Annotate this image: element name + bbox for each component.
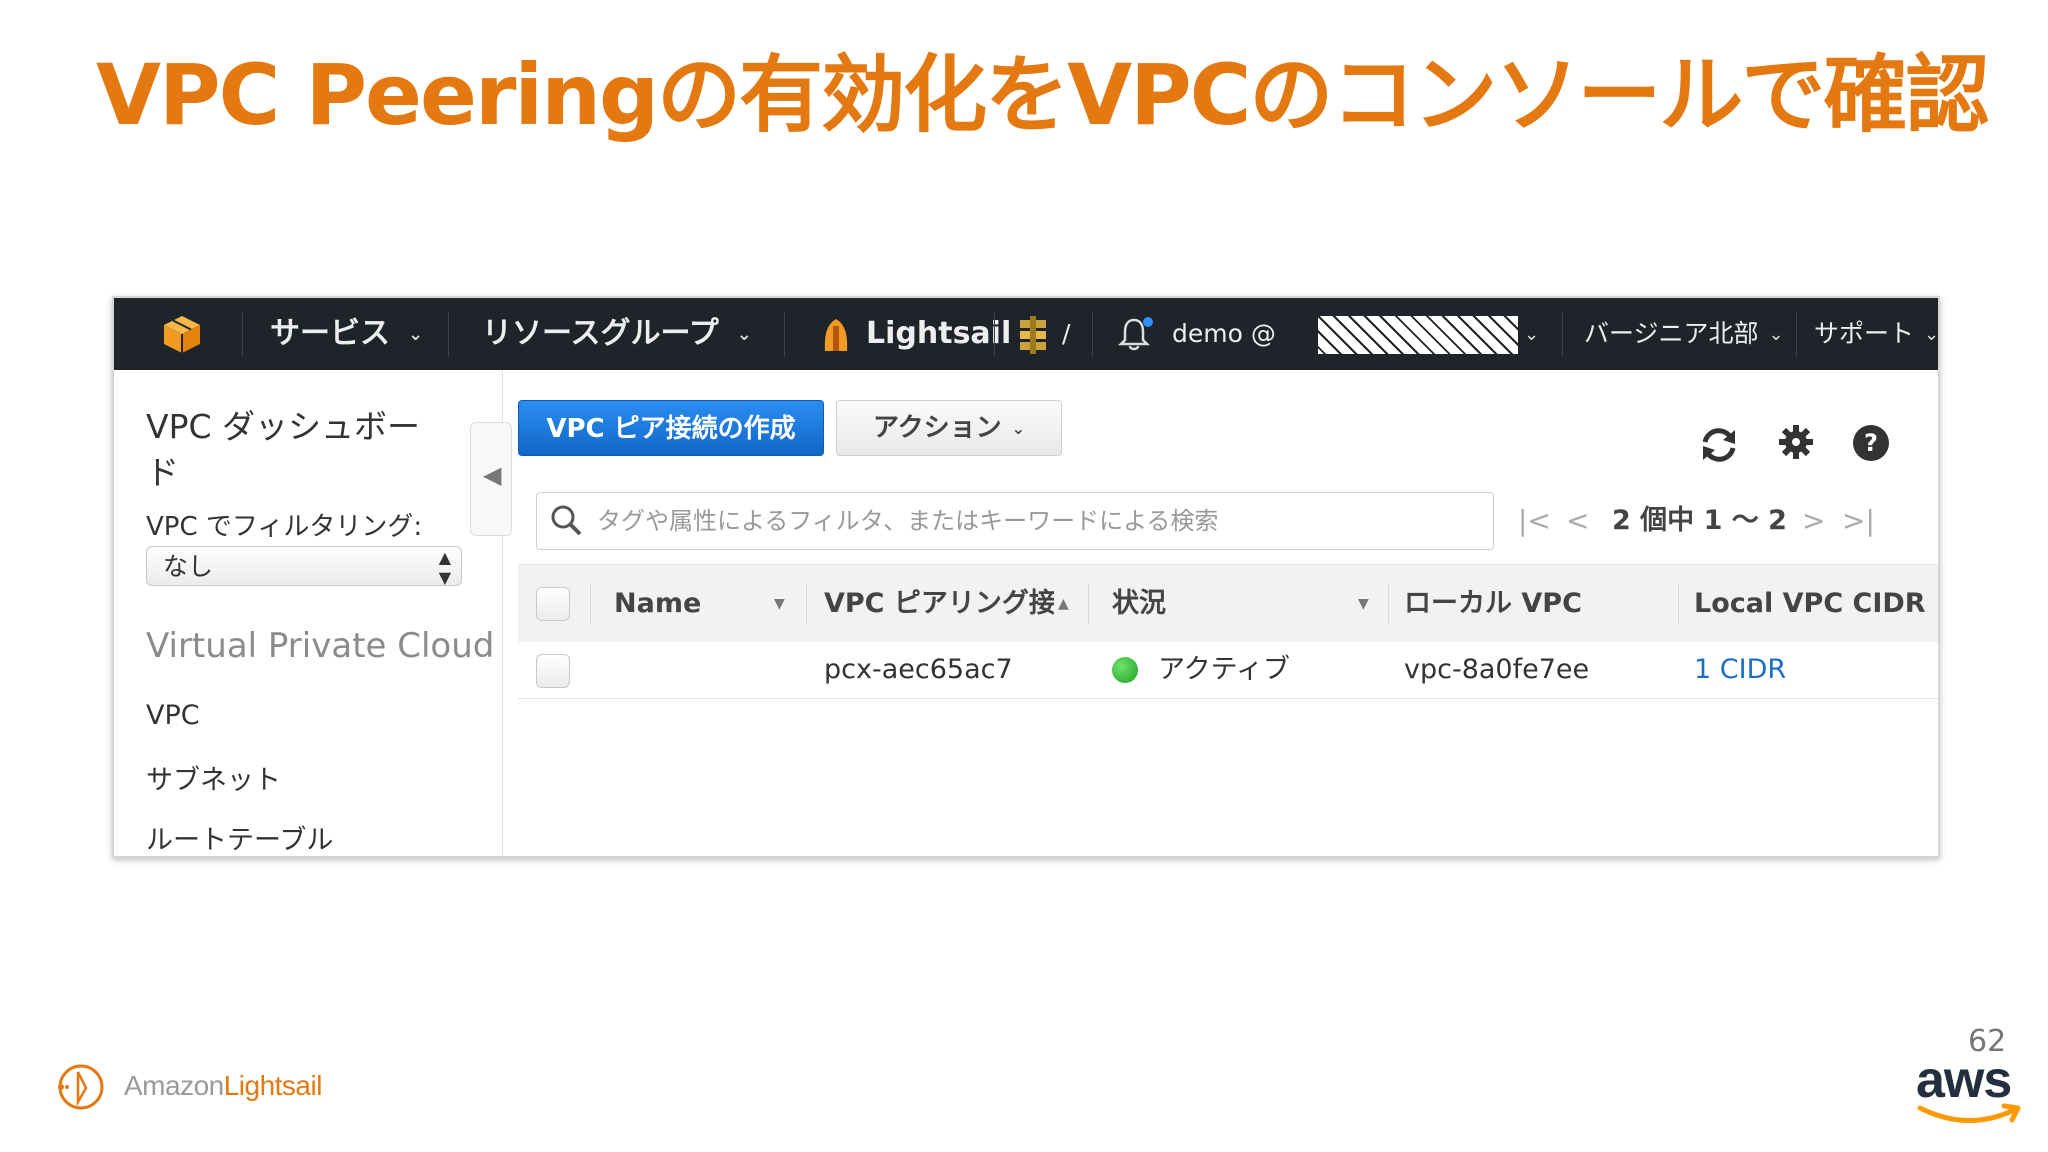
chevron-down-icon: ⌄ bbox=[1524, 324, 1540, 345]
vpc-filter-label: VPC でフィルタリング: bbox=[146, 512, 423, 542]
resource-groups-menu[interactable]: リソースグループ ⌄ bbox=[482, 298, 752, 370]
column-header-peering-connection[interactable]: VPC ピアリング接続 bbox=[824, 565, 1054, 643]
sidebar: VPC ダッシュボード VPC でフィルタリング: なし ▲ ▼ Virtual … bbox=[114, 370, 503, 856]
lightsail-icon bbox=[824, 319, 848, 351]
pagination-status: 2 個中 1 〜 2 bbox=[1612, 505, 1787, 536]
logo-text-lightsail: Lightsail bbox=[223, 1070, 323, 1101]
account-label: demo @ bbox=[1172, 319, 1276, 348]
first-page-icon[interactable]: |< bbox=[1518, 492, 1551, 550]
refresh-icon[interactable] bbox=[1696, 422, 1742, 468]
table-header: Name ▼ VPC ピアリング接続 ▲ 状況 ▼ ローカル VPC Local… bbox=[518, 564, 1938, 644]
top-navigation-bar: サービス ⌄ リソースグループ ⌄ Lightsail / demo @ ⌄ バージ… bbox=[114, 298, 1938, 370]
help-icon[interactable]: ? bbox=[1852, 424, 1890, 462]
cell-local-vpc: vpc-8a0fe7ee bbox=[1404, 654, 1590, 685]
create-peering-button[interactable]: VPC ピア接続の作成 bbox=[518, 400, 824, 456]
cell-peering-id: pcx-aec65ac7 bbox=[824, 654, 1013, 685]
gear-icon[interactable] bbox=[1778, 424, 1814, 460]
resource-groups-label: リソースグループ bbox=[482, 316, 719, 351]
status-active-icon bbox=[1112, 657, 1138, 683]
prev-page-icon[interactable]: < bbox=[1566, 492, 1589, 550]
redacted-account-id bbox=[1318, 316, 1518, 354]
next-page-icon[interactable]: > bbox=[1802, 492, 1825, 550]
sort-caret-icon[interactable]: ▼ bbox=[774, 565, 785, 643]
account-menu[interactable]: demo @ bbox=[1172, 298, 1276, 370]
services-menu[interactable]: サービス ⌄ bbox=[270, 298, 423, 370]
logo-text-amazon: Amazon bbox=[124, 1070, 224, 1101]
column-header-local-vpc[interactable]: ローカル VPC bbox=[1404, 565, 1654, 643]
sidebar-item-route-tables[interactable]: ルートテーブル bbox=[146, 818, 333, 856]
aws-logo-text: aws bbox=[1916, 1051, 2012, 1109]
pinned-service-icon[interactable] bbox=[1016, 316, 1050, 354]
cell-local-cidr-link[interactable]: 1 CIDR bbox=[1694, 642, 1786, 698]
bell-icon[interactable] bbox=[1118, 316, 1154, 352]
column-header-local-vpc-cidr[interactable]: Local VPC CIDR bbox=[1694, 565, 1938, 643]
services-label: サービス bbox=[270, 316, 390, 351]
sidebar-collapse-button[interactable]: ◀ bbox=[470, 422, 512, 536]
row-checkbox[interactable] bbox=[536, 654, 570, 688]
sidebar-section-heading: Virtual Private Cloud bbox=[146, 626, 495, 666]
chevron-down-icon: ⌄ bbox=[1011, 418, 1026, 438]
aws-logo: aws bbox=[1916, 1051, 2028, 1130]
aws-cube-icon[interactable] bbox=[162, 314, 202, 354]
actions-label: アクション bbox=[872, 413, 1002, 443]
sort-caret-icon[interactable]: ▼ bbox=[1358, 565, 1369, 643]
search-icon bbox=[551, 505, 582, 536]
column-header-status[interactable]: 状況 bbox=[1112, 565, 1272, 643]
console-screenshot: サービス ⌄ リソースグループ ⌄ Lightsail / demo @ ⌄ バージ… bbox=[112, 296, 1940, 858]
slide-title: VPC Peeringの有効化をVPCのコンソールで確認 bbox=[96, 46, 1989, 144]
select-all-checkbox[interactable] bbox=[536, 587, 570, 621]
region-label: バージニア北部 bbox=[1584, 319, 1759, 348]
column-header-name[interactable]: Name bbox=[614, 565, 754, 643]
chevron-left-icon: ◀ bbox=[483, 461, 502, 489]
amazon-lightsail-logo: AmazonLightsail bbox=[56, 1060, 336, 1120]
account-caret[interactable]: ⌄ bbox=[1524, 298, 1539, 370]
select-arrows-icon: ▲ ▼ bbox=[438, 548, 451, 587]
sidebar-item-subnets[interactable]: サブネット bbox=[146, 758, 281, 797]
last-page-icon[interactable]: >| bbox=[1842, 492, 1875, 550]
chevron-down-icon: ⌄ bbox=[408, 323, 424, 345]
cell-status: アクティブ bbox=[1158, 654, 1291, 685]
sort-ascending-icon[interactable]: ▲ bbox=[1058, 565, 1069, 643]
svg-text:?: ? bbox=[1864, 429, 1878, 457]
pinned-more[interactable]: / bbox=[1062, 298, 1070, 370]
search-field[interactable]: タグや属性によるフィルタ、またはキーワードによる検索 bbox=[536, 492, 1494, 550]
chevron-down-icon: ⌄ bbox=[736, 323, 752, 345]
chevron-down-icon: ⌄ bbox=[1768, 324, 1784, 345]
aws-smile-icon bbox=[1917, 1103, 2021, 1123]
support-menu[interactable]: サポート ⌄ bbox=[1814, 298, 1940, 370]
sidebar-title[interactable]: VPC ダッシュボード bbox=[146, 404, 446, 496]
table-row[interactable]: pcx-aec65ac7 アクティブ vpc-8a0fe7ee 1 CIDR bbox=[518, 642, 1938, 699]
region-menu[interactable]: バージニア北部 ⌄ bbox=[1584, 298, 1784, 370]
lightsail-logo-icon bbox=[58, 1064, 104, 1110]
support-label: サポート bbox=[1814, 319, 1915, 348]
lightsail-shortcut[interactable]: Lightsail bbox=[866, 298, 1011, 370]
vpc-filter-value: なし bbox=[163, 552, 214, 581]
sidebar-item-vpc[interactable]: VPC bbox=[146, 700, 200, 731]
search-placeholder: タグや属性によるフィルタ、またはキーワードによる検索 bbox=[597, 507, 1219, 535]
chevron-down-icon: ⌄ bbox=[1924, 324, 1940, 345]
vpc-filter-select[interactable]: なし ▲ ▼ bbox=[146, 546, 462, 587]
actions-button[interactable]: アクション ⌄ bbox=[836, 400, 1062, 456]
lightsail-label: Lightsail bbox=[866, 316, 1012, 351]
